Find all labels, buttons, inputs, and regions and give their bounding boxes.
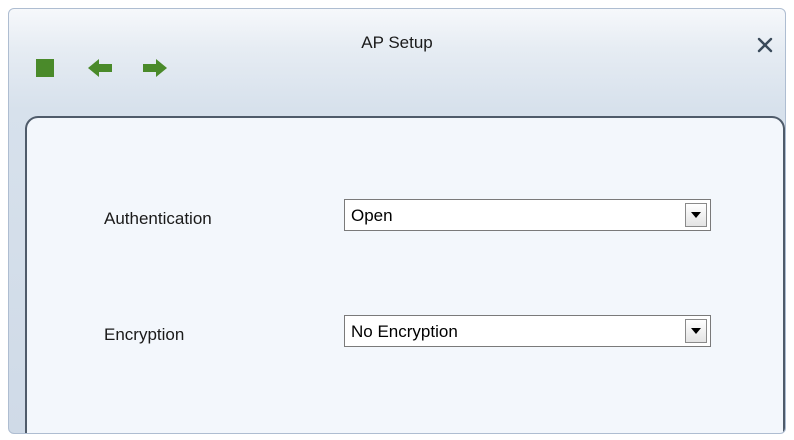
- encryption-select[interactable]: No Encryption: [344, 315, 711, 347]
- authentication-dropdown-button[interactable]: [685, 203, 707, 227]
- encryption-value: No Encryption: [351, 322, 458, 341]
- stop-square-icon: [36, 59, 54, 77]
- forward-button[interactable]: [142, 57, 168, 79]
- stop-button[interactable]: [34, 57, 60, 79]
- close-icon: [757, 37, 773, 53]
- authentication-value: Open: [351, 206, 393, 225]
- back-arrow-icon: [88, 59, 112, 77]
- window-title: AP Setup: [361, 33, 433, 52]
- settings-panel: Authentication Open Encryption No Encryp…: [25, 116, 785, 433]
- encryption-label: Encryption: [104, 325, 185, 344]
- ap-setup-window: AP Setup Authentication Open Encryption …: [8, 8, 786, 434]
- authentication-select[interactable]: Open: [344, 199, 711, 231]
- title-bar: AP Setup: [9, 9, 785, 109]
- encryption-dropdown-button[interactable]: [685, 319, 707, 343]
- back-button[interactable]: [87, 57, 113, 79]
- chevron-down-icon: [691, 328, 701, 334]
- authentication-label: Authentication: [104, 209, 212, 228]
- close-button[interactable]: [755, 35, 775, 55]
- forward-arrow-icon: [143, 59, 167, 77]
- chevron-down-icon: [691, 212, 701, 218]
